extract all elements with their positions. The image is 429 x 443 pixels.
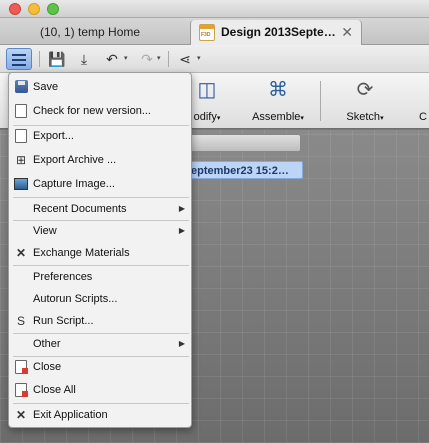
construct-label: C xyxy=(419,111,427,123)
tab-design-label: Design 2013Septe… xyxy=(221,25,336,39)
assemble-dropdown-icon: ▾ xyxy=(300,115,304,122)
tab-home[interactable]: (10, 1) temp Home xyxy=(0,20,190,45)
file-dropdown-menu: Save Check for new version... Export... … xyxy=(8,72,192,428)
menu-item-export[interactable]: Export... xyxy=(9,125,191,147)
submenu-arrow-icon: ▶ xyxy=(178,204,185,213)
browser-panel-header[interactable] xyxy=(185,134,301,152)
export-archive-icon: ⊞ xyxy=(15,153,27,167)
close-all-icon xyxy=(15,383,28,397)
menu-item-preferences[interactable]: Preferences xyxy=(9,266,191,288)
run-script-icon: S xyxy=(16,314,25,328)
menu-item-recent-documents[interactable]: Recent Documents ▶ xyxy=(9,198,191,220)
modify-dropdown-icon: ▾ xyxy=(216,115,221,122)
menu-item-view[interactable]: View ▶ xyxy=(9,220,191,242)
assemble-label: Assemble xyxy=(252,111,301,123)
submenu-arrow-icon: ▶ xyxy=(178,226,185,235)
share-dropdown-icon[interactable]: ▾ xyxy=(197,48,201,70)
save-icon xyxy=(15,80,28,93)
document-tab-bar: (10, 1) temp Home Design 2013Septe… ✕ xyxy=(0,18,429,45)
modify-group[interactable]: ◫ odify▾ xyxy=(186,77,228,123)
hamburger-icon xyxy=(12,54,26,56)
modify-icon: ◫ xyxy=(197,79,217,101)
sketch-dropdown-icon: ▾ xyxy=(380,115,384,122)
check-version-icon xyxy=(15,104,27,118)
assemble-icon: ⌘ xyxy=(268,79,288,101)
save-icon[interactable]: 💾 xyxy=(48,48,66,70)
tab-close-icon[interactable]: ✕ xyxy=(341,20,353,45)
menu-item-autorun-scripts[interactable]: Autorun Scripts... xyxy=(9,288,191,310)
menu-item-capture-image[interactable]: Capture Image... xyxy=(9,173,191,195)
file-menu-button[interactable] xyxy=(6,48,32,70)
window-zoom-button[interactable] xyxy=(47,3,59,15)
export-icon[interactable]: ⤓ xyxy=(75,48,93,70)
undo-icon[interactable]: ↶ xyxy=(103,48,121,70)
assemble-group[interactable]: ⌘ Assemble▾ xyxy=(246,77,310,123)
browser-root-node[interactable]: eptember23 15:2… xyxy=(190,161,303,179)
exit-application-icon: ✕ xyxy=(15,408,27,422)
menu-item-check-version[interactable]: Check for new version... xyxy=(9,100,191,122)
menu-item-exchange-materials[interactable]: ✕ Exchange Materials xyxy=(9,242,191,264)
menu-item-close[interactable]: Close xyxy=(9,356,191,378)
submenu-arrow-icon: ▶ xyxy=(178,339,185,348)
window-titlebar xyxy=(0,0,429,18)
menu-item-run-script[interactable]: S Run Script... xyxy=(9,310,191,332)
window-minimize-button[interactable] xyxy=(28,3,40,15)
redo-dropdown-icon[interactable]: ▾ xyxy=(157,48,161,70)
sketch-icon: ⟳ xyxy=(356,79,374,101)
menu-item-save[interactable]: Save xyxy=(9,76,191,98)
menu-item-export-archive[interactable]: ⊞ Export Archive ... xyxy=(9,149,191,171)
sketch-group[interactable]: ⟳ Sketch▾ xyxy=(340,77,390,123)
exchange-materials-icon: ✕ xyxy=(15,246,27,260)
tab-design[interactable]: Design 2013Septe… ✕ xyxy=(190,20,362,45)
window-close-button[interactable] xyxy=(9,3,21,15)
redo-icon[interactable]: ↷ xyxy=(138,48,156,70)
menu-item-other[interactable]: Other ▶ xyxy=(9,333,191,355)
modify-label: odify xyxy=(193,111,217,123)
quick-access-toolbar: 💾 ⤓ ↶ ▾ ↷ ▾ ⋖ ▾ xyxy=(0,45,429,73)
sketch-label: Sketch xyxy=(346,111,381,123)
export-icon xyxy=(15,129,27,143)
close-doc-icon xyxy=(15,360,28,374)
capture-image-icon xyxy=(14,178,28,190)
undo-dropdown-icon[interactable]: ▾ xyxy=(124,48,128,70)
menu-item-exit-application[interactable]: ✕ Exit Application xyxy=(9,404,191,426)
share-icon[interactable]: ⋖ xyxy=(176,48,194,70)
f3d-file-icon xyxy=(199,24,215,41)
construct-group[interactable]: C xyxy=(416,77,429,123)
menu-item-close-all[interactable]: Close All xyxy=(9,379,191,401)
